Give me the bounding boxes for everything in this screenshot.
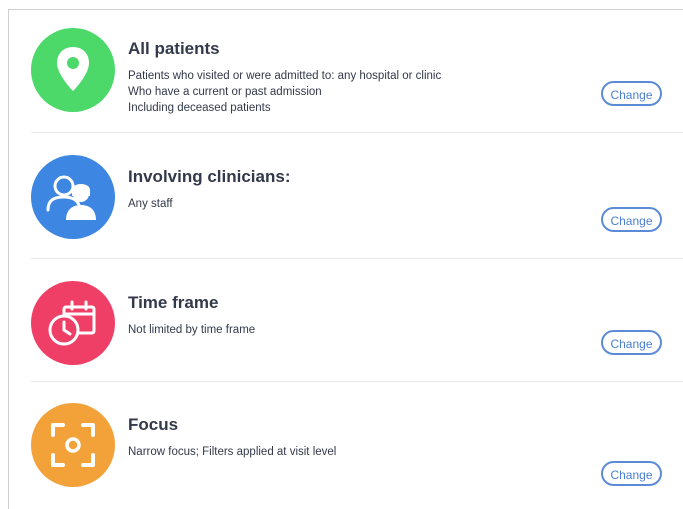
criteria-panel: All patients Patients who visited or wer… [8,9,683,509]
section-title-time-frame: Time frame [128,293,219,312]
section-title-clinicians: Involving clinicians: [128,167,291,186]
change-time-frame-button[interactable]: Change [601,330,662,355]
section-description-focus: Narrow focus; Filters applied at visit l… [128,444,336,460]
section-divider [31,258,683,259]
section-description-all-patients: Patients who visited or were admitted to… [128,68,441,116]
clinicians-icon-circle [31,155,115,239]
section-description-clinicians: Any staff [128,196,173,212]
description-line: Including deceased patients [128,102,271,114]
clinicians-icon [46,175,96,220]
section-divider [31,381,683,382]
section-description-time-frame: Not limited by time frame [128,322,255,338]
location-pin-icon [57,47,89,91]
time-frame-icon-circle [31,281,115,365]
description-line: Who have a current or past admission [128,86,322,98]
description-line: Not limited by time frame [128,324,256,336]
focus-icon-circle [31,403,115,487]
focus-target-icon [51,423,95,467]
patients-icon-circle [31,28,115,112]
section-divider [31,132,683,133]
description-line: Patients who visited or were admitted to… [128,70,442,82]
change-all-patients-button[interactable]: Change [601,81,662,106]
description-line: Narrow focus; Filters applied at visit l… [128,446,337,458]
description-line: Any staff [128,198,173,210]
change-focus-button[interactable]: Change [601,461,662,486]
section-title-focus: Focus [128,415,179,434]
change-clinicians-button[interactable]: Change [601,207,662,232]
calendar-clock-icon [48,300,96,346]
section-title-all-patients: All patients [128,39,220,58]
